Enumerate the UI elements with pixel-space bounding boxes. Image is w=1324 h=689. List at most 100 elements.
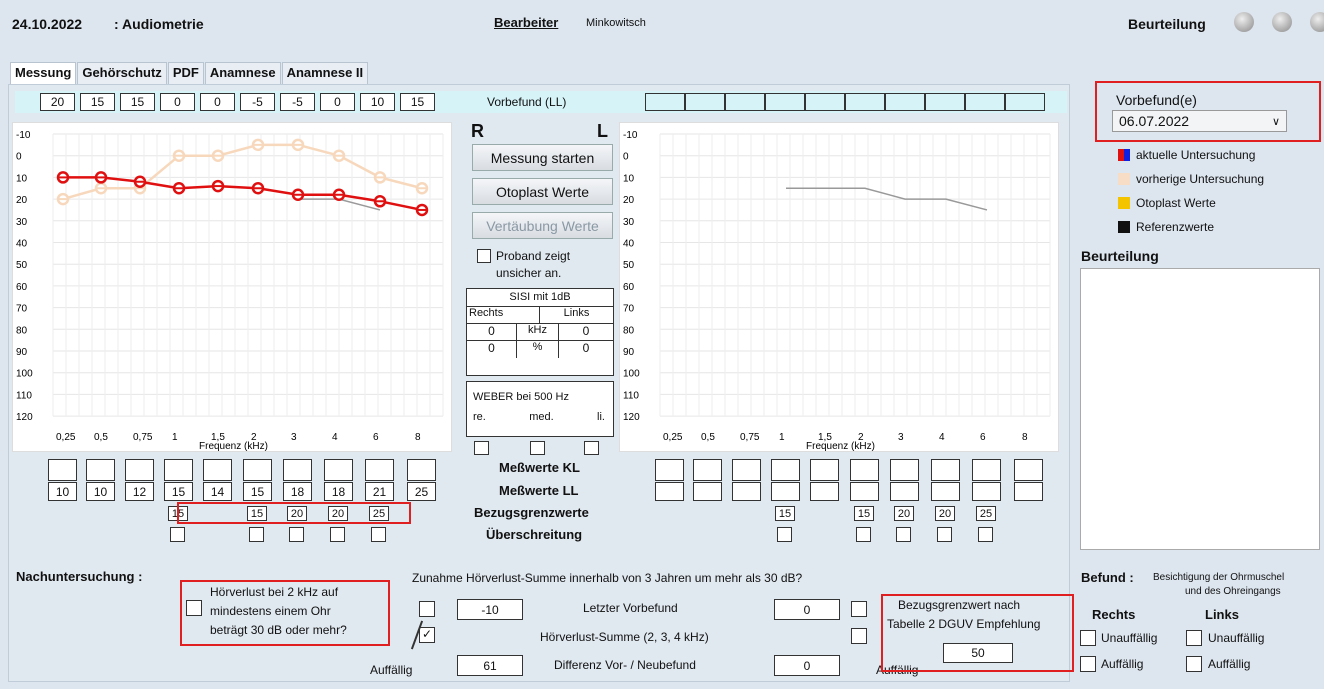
row-label-bgw: Bezugsgrenzwerte (474, 505, 589, 520)
weber-med-checkbox[interactable] (530, 441, 545, 455)
kl-value-cell[interactable] (86, 459, 115, 481)
ll-value-cell[interactable]: 12 (125, 482, 154, 501)
chevron-down-icon: ∨ (1271, 115, 1280, 128)
bezugsgrenzwert-field[interactable]: 50 (943, 643, 1013, 663)
ueberschreitung-checkbox[interactable] (777, 527, 792, 542)
tab-anamnese[interactable]: Anamnese (204, 62, 281, 84)
x-tick-label: 0,5 (94, 432, 108, 443)
editor-link[interactable]: Bearbeiter (494, 15, 558, 30)
masking-values-button[interactable]: Vertäubung Werte (472, 212, 613, 239)
befund-rechts-label: Rechts (1092, 607, 1136, 622)
start-measurement-button[interactable]: Messung starten (472, 144, 613, 171)
kl-value-cell[interactable] (324, 459, 353, 481)
y-tick-label: 10 (16, 173, 28, 184)
ll-value-cell[interactable] (810, 482, 839, 501)
rating-dot-3[interactable] (1310, 12, 1324, 32)
beurteilung-title: Beurteilung (1081, 248, 1159, 264)
kl-value-cell[interactable] (771, 459, 800, 481)
ueberschreitung-checkbox[interactable] (896, 527, 911, 542)
befund-left-auffaellig-checkbox[interactable] (1186, 656, 1202, 672)
ueberschreitung-checkbox[interactable] (856, 527, 871, 542)
rating-dot-1[interactable] (1234, 12, 1254, 32)
kl-value-cell[interactable] (48, 459, 77, 481)
kl-value-cell[interactable] (850, 459, 879, 481)
tab-anamnese-2[interactable]: Anamnese II (281, 62, 369, 84)
ll-value-cell[interactable]: 18 (324, 482, 353, 501)
legend: aktuelle Untersuchung vorherige Untersuch… (1118, 143, 1264, 239)
zunahme-left-checkbox-2[interactable] (851, 628, 867, 644)
zunahme-right-checkbox-1[interactable] (419, 601, 435, 617)
ll-value-cell[interactable] (1014, 482, 1043, 501)
befund-right-auffaellig-label: Auffällig (1101, 657, 1144, 671)
x-tick-label: 0,25 (56, 432, 76, 443)
sisi-right-percent[interactable]: 0 (467, 341, 517, 358)
befund-right-auffaellig-checkbox[interactable] (1080, 656, 1096, 672)
kl-value-cell[interactable] (810, 459, 839, 481)
rating-dot-2[interactable] (1272, 12, 1292, 32)
ueberschreitung-checkbox[interactable] (371, 527, 386, 542)
proband-unsure-checkbox[interactable] (477, 249, 491, 263)
ll-value-cell[interactable]: 10 (48, 482, 77, 501)
kl-value-cell[interactable] (125, 459, 154, 481)
left-letzter-vorbefund-field[interactable]: 0 (774, 599, 840, 620)
kl-value-cell[interactable] (407, 459, 436, 481)
ueberschreitung-checkbox[interactable] (249, 527, 264, 542)
kl-value-cell[interactable] (283, 459, 312, 481)
bezug-text-1: Bezugsgrenzwert nach (898, 598, 1021, 612)
ll-value-cell[interactable] (732, 482, 761, 501)
kl-value-cell[interactable] (1014, 459, 1043, 481)
kl-value-cell[interactable] (243, 459, 272, 481)
ll-value-cell[interactable]: 18 (283, 482, 312, 501)
kl-value-cell[interactable] (365, 459, 394, 481)
kl-value-cell[interactable] (655, 459, 684, 481)
kl-value-cell[interactable] (890, 459, 919, 481)
ll-value-cell[interactable] (931, 482, 960, 501)
ueberschreitung-checkbox[interactable] (170, 527, 185, 542)
ueberschreitung-checkbox[interactable] (330, 527, 345, 542)
ll-value-cell[interactable]: 14 (203, 482, 232, 501)
weber-li-checkbox[interactable] (584, 441, 599, 455)
weber-med-label: med. (529, 411, 554, 423)
befund-left-unauffaellig-label: Unauffällig (1208, 631, 1265, 645)
ll-value-cell[interactable]: 10 (86, 482, 115, 501)
befund-left-unauffaellig-checkbox[interactable] (1186, 630, 1202, 646)
left-differenz-field[interactable]: 0 (774, 655, 840, 676)
beurteilung-textarea[interactable] (1080, 268, 1320, 550)
zunahme-right-checkbox-2[interactable]: ✓ (419, 627, 435, 643)
tab-gehoerschutz[interactable]: Gehörschutz (77, 62, 167, 84)
ll-value-cell[interactable]: 21 (365, 482, 394, 501)
kl-value-cell[interactable] (732, 459, 761, 481)
bezugsgrenzwert-cell: 25 (976, 506, 996, 521)
vorbefund-select[interactable]: 06.07.2022 ∨ (1112, 110, 1287, 132)
kl-value-cell[interactable] (203, 459, 232, 481)
befund-right-unauffaellig-checkbox[interactable] (1080, 630, 1096, 646)
tab-messung[interactable]: Messung (10, 62, 77, 84)
tab-pdf[interactable]: PDF (167, 62, 204, 84)
ueberschreitung-checkbox[interactable] (289, 527, 304, 542)
ll-value-cell[interactable] (771, 482, 800, 501)
ll-value-cell[interactable]: 15 (164, 482, 193, 501)
otoplast-values-button[interactable]: Otoplast Werte (472, 178, 613, 205)
sisi-left-khz[interactable]: 0 (559, 324, 613, 340)
ll-value-cell[interactable] (890, 482, 919, 501)
sisi-left-percent[interactable]: 0 (559, 341, 613, 358)
ueberschreitung-checkbox[interactable] (937, 527, 952, 542)
kl-value-cell[interactable] (972, 459, 1001, 481)
legend-item: aktuelle Untersuchung (1118, 143, 1264, 167)
right-differenz-field[interactable]: 61 (457, 655, 523, 676)
ll-value-cell[interactable] (972, 482, 1001, 501)
sisi-right-khz[interactable]: 0 (467, 324, 517, 340)
right-letzter-vorbefund-field[interactable]: -10 (457, 599, 523, 620)
kl-value-cell[interactable] (164, 459, 193, 481)
ueberschreitung-checkbox[interactable] (978, 527, 993, 542)
zunahme-left-checkbox-1[interactable] (851, 601, 867, 617)
weber-re-checkbox[interactable] (474, 441, 489, 455)
ll-value-cell[interactable] (850, 482, 879, 501)
kl-value-cell[interactable] (693, 459, 722, 481)
ll-value-cell[interactable] (693, 482, 722, 501)
ll-value-cell[interactable]: 15 (243, 482, 272, 501)
ll-value-cell[interactable]: 25 (407, 482, 436, 501)
ll-value-cell[interactable] (655, 482, 684, 501)
hoerverlust-checkbox[interactable] (186, 600, 202, 616)
kl-value-cell[interactable] (931, 459, 960, 481)
